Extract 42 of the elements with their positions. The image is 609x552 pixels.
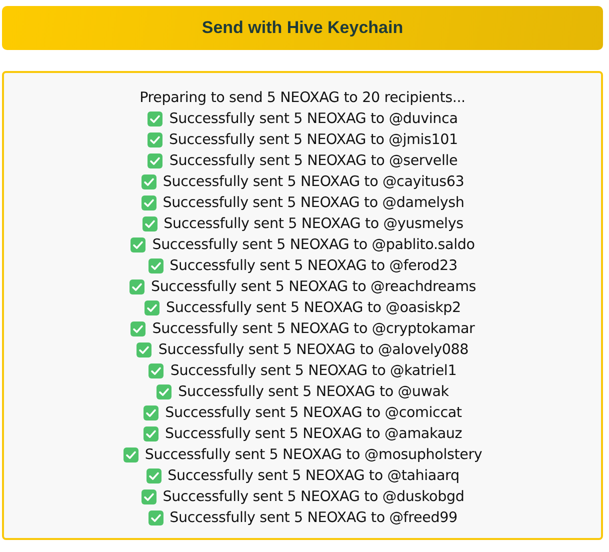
check-icon (128, 278, 145, 294)
log-entry: Successfully sent 5 NEOXAG to @servelle (169, 152, 458, 168)
check-icon (147, 152, 164, 168)
check-icon (142, 426, 159, 442)
log-entry: Successfully sent 5 NEOXAG to @duskobgd (162, 488, 464, 504)
check-icon (148, 362, 164, 378)
check-icon (136, 342, 152, 358)
log-entry: Successfully sent 5 NEOXAG to @alovely088 (158, 342, 469, 358)
check-icon (147, 132, 164, 148)
check-icon (156, 384, 172, 400)
check-icon (144, 300, 160, 316)
log-entry: Successfully sent 5 NEOXAG to @comiccat (165, 404, 462, 420)
log-entry: Successfully sent 5 NEOXAG to @katriel1 (170, 362, 457, 378)
log-entry: Successfully sent 5 NEOXAG to @freed99 (170, 510, 458, 526)
check-icon (148, 258, 164, 274)
check-icon (140, 174, 157, 190)
log-entry: Successfully sent 5 NEOXAG to @damelysh (162, 194, 464, 210)
log-entry: Successfully sent 5 NEOXAG to @ferod23 (170, 258, 458, 274)
check-icon (130, 320, 146, 336)
log-entry: Successfully sent 5 NEOXAG to @yusmelys (164, 216, 464, 232)
log-entry: Successfully sent 5 NEOXAG to @amakauz (164, 426, 462, 442)
check-icon (122, 446, 139, 462)
check-icon (147, 110, 164, 126)
check-icon (143, 404, 160, 420)
check-icon (140, 488, 157, 504)
check-icon (130, 236, 146, 252)
check-icon (140, 194, 157, 210)
check-icon (146, 468, 162, 484)
check-icon (142, 216, 158, 232)
log-entry: Successfully sent 5 NEOXAG to @cryptokamar (152, 320, 475, 336)
log-entry: Successfully sent 5 NEOXAG to @cayitus63 (162, 174, 464, 190)
send-button[interactable]: Send with Hive Keychain (2, 6, 603, 50)
check-icon (148, 510, 164, 526)
log-entry: Successfully sent 5 NEOXAG to @tahiaarq (168, 468, 460, 484)
log-entry: Successfully sent 5 NEOXAG to @duvinca (169, 110, 458, 126)
log-entry: Successfully sent 5 NEOXAG to @uwak (178, 384, 449, 400)
status-text: Preparing to send 5 NEOXAG to 20 recipients... (140, 90, 466, 106)
log-entry: Successfully sent 5 NEOXAG to @oasiskp2 (166, 300, 461, 316)
log-entry: Successfully sent 5 NEOXAG to @jmis101 (169, 132, 458, 148)
log-entry: Successfully sent 5 NEOXAG to @reachdreams (150, 278, 476, 294)
log-entry: Successfully sent 5 NEOXAG to @pablito.saldo (152, 236, 475, 252)
log-entry: Successfully sent 5 NEOXAG to @mosupholstery (144, 446, 482, 462)
